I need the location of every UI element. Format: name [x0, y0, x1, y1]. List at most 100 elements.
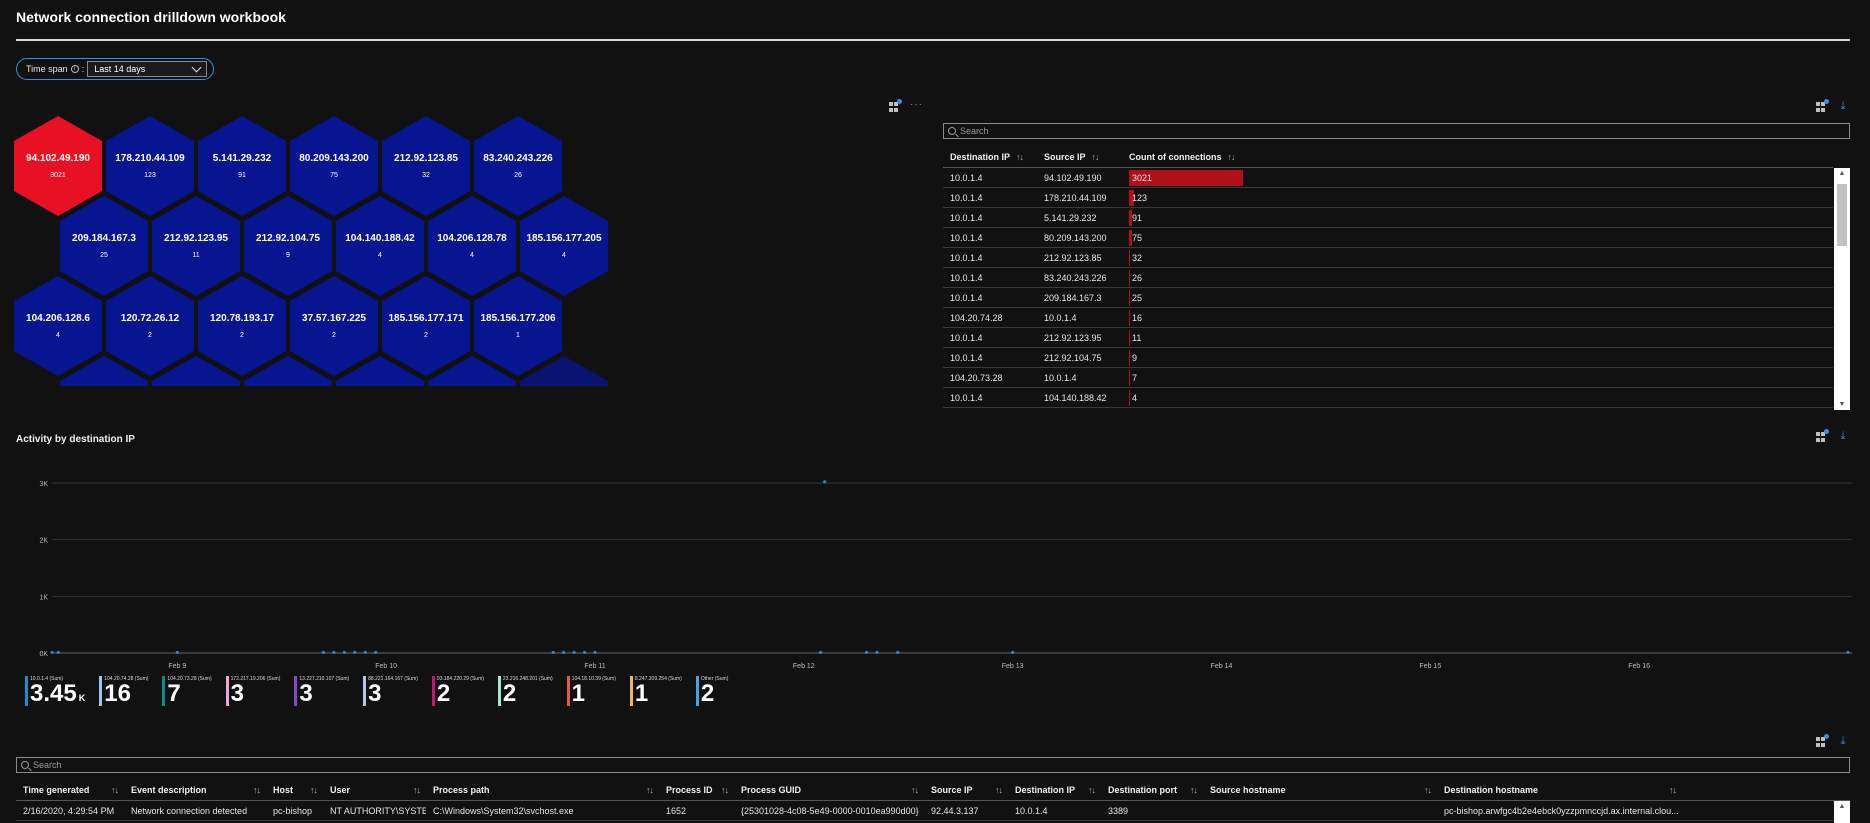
column-header[interactable]: Process ID ↑↓ [659, 785, 734, 795]
legend-item[interactable]: 23.216.248.201 (Sum) 2 [497, 676, 553, 706]
count-value: 25 [1132, 292, 1143, 303]
honeycomb-cell[interactable]: 37.57.167.225 2 [290, 276, 378, 376]
search-placeholder: Search [960, 126, 989, 136]
table-row[interactable]: 10.0.1.4 209.184.167.3 25 [943, 288, 1833, 308]
table-row[interactable]: 10.0.1.4 80.209.143.200 75 [943, 228, 1833, 248]
more-options-icon[interactable]: ··· [910, 99, 922, 110]
table-row[interactable]: 2/16/2020, 4:29:54 PM Network connection … [16, 801, 1834, 821]
events-search-input[interactable]: Search [16, 757, 1850, 773]
chart-download-icon[interactable]: ⤓ [1838, 431, 1848, 442]
legend-item[interactable]: 104.20.74.28 (Sum) 16 [99, 676, 148, 706]
legend-item[interactable]: Other (Sum) 2 [695, 676, 728, 706]
honeycomb-cell[interactable]: 212.92.123.95 11 [152, 196, 240, 296]
sort-icon: ↑↓ [721, 784, 729, 795]
legend-item[interactable]: 88.221.164.167 (Sum) 3 [363, 676, 418, 706]
cell-count: 25 [100, 252, 108, 259]
cell-ip: 94.102.49.190 [26, 153, 90, 164]
table-row[interactable]: 10.0.1.4 104.140.188.42 4 [943, 388, 1833, 408]
honeycomb-cell[interactable]: 185.156.177.171 2 [382, 276, 470, 376]
connections-scrollbar[interactable]: ▲ ▼ [1834, 168, 1850, 410]
events-scrollbar[interactable]: ▲ [1834, 801, 1850, 823]
cell-count: 32 [422, 172, 430, 179]
honeycomb-cell[interactable]: 212.92.104.75 9 [244, 196, 332, 296]
table-row[interactable]: 10.0.1.4 83.240.243.226 26 [943, 268, 1833, 288]
legend-color-stripe [629, 676, 633, 706]
column-header[interactable]: User ↑↓ [323, 785, 426, 795]
table-row[interactable]: 10.0.1.4 212.92.123.95 11 [943, 328, 1833, 348]
time-span-dropdown[interactable]: Last 14 days [87, 61, 208, 77]
cell-count: 4 [470, 252, 474, 259]
legend-item[interactable]: 172.217.19.206 (Sum) 3 [225, 676, 280, 706]
honeycomb-cell[interactable]: 104.140.188.42 4 [336, 196, 424, 296]
table-row[interactable]: 10.0.1.4 212.92.104.75 9 [943, 348, 1833, 368]
cell-count: 91 [238, 172, 246, 179]
events-download-icon[interactable]: ⤓ [1838, 736, 1848, 747]
legend-item[interactable]: 104.18.10.39 (Sum) 1 [566, 676, 616, 707]
legend-item[interactable]: 13.227.210.107 (Sum) 3 [294, 676, 349, 706]
column-header[interactable]: Destination port ↑↓ [1101, 785, 1203, 795]
honeycomb-cell[interactable]: 80.209.143.200 75 [290, 116, 378, 216]
table-row[interactable]: 10.0.1.4 94.102.49.190 3021 [943, 168, 1833, 188]
honeycomb-cell[interactable]: 5.141.29.232 91 [198, 116, 286, 216]
table-row[interactable]: 10.0.1.4 5.141.29.232 91 [943, 208, 1833, 228]
legend-item[interactable]: 93.184.220.29 (Sum) 2 [431, 676, 484, 707]
sort-icon: ↑↓ [1016, 151, 1024, 162]
legend-series-value: 2 [436, 680, 451, 707]
honeycomb-cell[interactable]: 178.210.44.109 123 [106, 116, 194, 216]
column-header[interactable]: Source IP ↑↓ [924, 785, 1008, 795]
chevron-down-icon [191, 62, 202, 72]
table-settings-icon[interactable] [1816, 99, 1829, 112]
chart-settings-icon[interactable] [1816, 429, 1829, 442]
column-header[interactable]: Process path ↑↓ [426, 785, 659, 795]
connections-search-input[interactable]: Search [943, 123, 1850, 139]
honeycomb-cell[interactable]: 83.240.243.226 26 [474, 116, 562, 216]
connections-table-header: Destination IP ↑↓ Source IP ↑↓ Count of co… [943, 146, 1833, 168]
events-settings-icon[interactable] [1816, 734, 1829, 747]
cell-count: 123 [144, 172, 156, 179]
cell-count: 9 [286, 252, 290, 259]
honeycomb-cell[interactable]: 104.206.128.6 4 [14, 276, 102, 376]
honeycomb-cell[interactable]: 120.78.193.17 2 [198, 276, 286, 376]
x-tick-label: Feb 9 [168, 663, 186, 670]
column-header[interactable]: Destination hostname ↑↓ [1437, 785, 1682, 795]
honeycomb-cell[interactable]: 104.206.128.78 4 [428, 196, 516, 296]
sort-icon: ↑↓ [1088, 784, 1096, 795]
cell-ip: 120.78.193.17 [210, 313, 274, 324]
honeycomb-cell[interactable]: 185.156.177.206 1 [474, 276, 562, 376]
table-row[interactable]: 10.0.1.4 212.92.123.85 32 [943, 248, 1833, 268]
table-row[interactable]: 104.20.73.28 10.0.1.4 7 [943, 368, 1833, 388]
honeycomb-cell[interactable]: 212.92.123.85 32 [382, 116, 470, 216]
honeycomb-settings-icon[interactable] [889, 99, 902, 112]
legend-series-value: 1 [571, 680, 586, 707]
table-row[interactable]: 104.20.74.28 10.0.1.4 16 [943, 308, 1833, 328]
column-header-destination-ip[interactable]: Destination IP ↑↓ [943, 152, 1037, 162]
count-value: 32 [1132, 252, 1143, 263]
honeycomb-cell[interactable]: 94.102.49.190 3021 [14, 116, 102, 216]
column-header-count[interactable]: Count of connections ↑↓ [1122, 152, 1302, 162]
column-header[interactable]: Destination IP ↑↓ [1008, 785, 1101, 795]
cell-ip: 178.210.44.109 [115, 153, 185, 164]
source-ip-cell: 10.0.1.4 [1044, 312, 1077, 323]
info-icon[interactable]: i [70, 65, 79, 73]
legend-item[interactable]: 8.247.209.254 (Sum) 1 [629, 676, 682, 706]
data-point [593, 650, 597, 655]
column-header[interactable]: Event description ↑↓ [124, 785, 266, 795]
event-cell: 3389 [1108, 805, 1129, 816]
destination-ip-cell: 10.0.1.4 [950, 212, 983, 223]
x-tick-label: Feb 13 [1002, 663, 1024, 670]
honeycomb-cell[interactable]: 120.72.26.12 2 [106, 276, 194, 376]
download-icon[interactable]: ⤓ [1838, 101, 1848, 112]
legend-item[interactable]: 104.20.73.28 (Sum) 7 [162, 676, 212, 706]
activity-legend: 10.0.1.4 (Sum) 3.45 K 104.20.74.28 (Sum) 16 1… [25, 676, 742, 706]
honeycomb-cell[interactable]: 185.156.177.205 4 [520, 196, 608, 296]
column-header[interactable]: Host ↑↓ [266, 785, 323, 795]
column-header-source-ip[interactable]: Source IP ↑↓ [1037, 152, 1122, 162]
column-header[interactable]: Time generated ↑↓ [16, 785, 124, 795]
column-header[interactable]: Source hostname ↑↓ [1203, 785, 1437, 795]
column-header[interactable]: Process GUID ↑↓ [734, 785, 924, 795]
table-row[interactable]: 10.0.1.4 178.210.44.109 123 [943, 188, 1833, 208]
honeycomb-cell[interactable]: 209.184.167.3 25 [60, 196, 148, 296]
legend-color-stripe [25, 676, 28, 706]
event-cell: 1652 [666, 805, 687, 816]
legend-item[interactable]: 10.0.1.4 (Sum) 3.45 K [25, 676, 85, 706]
